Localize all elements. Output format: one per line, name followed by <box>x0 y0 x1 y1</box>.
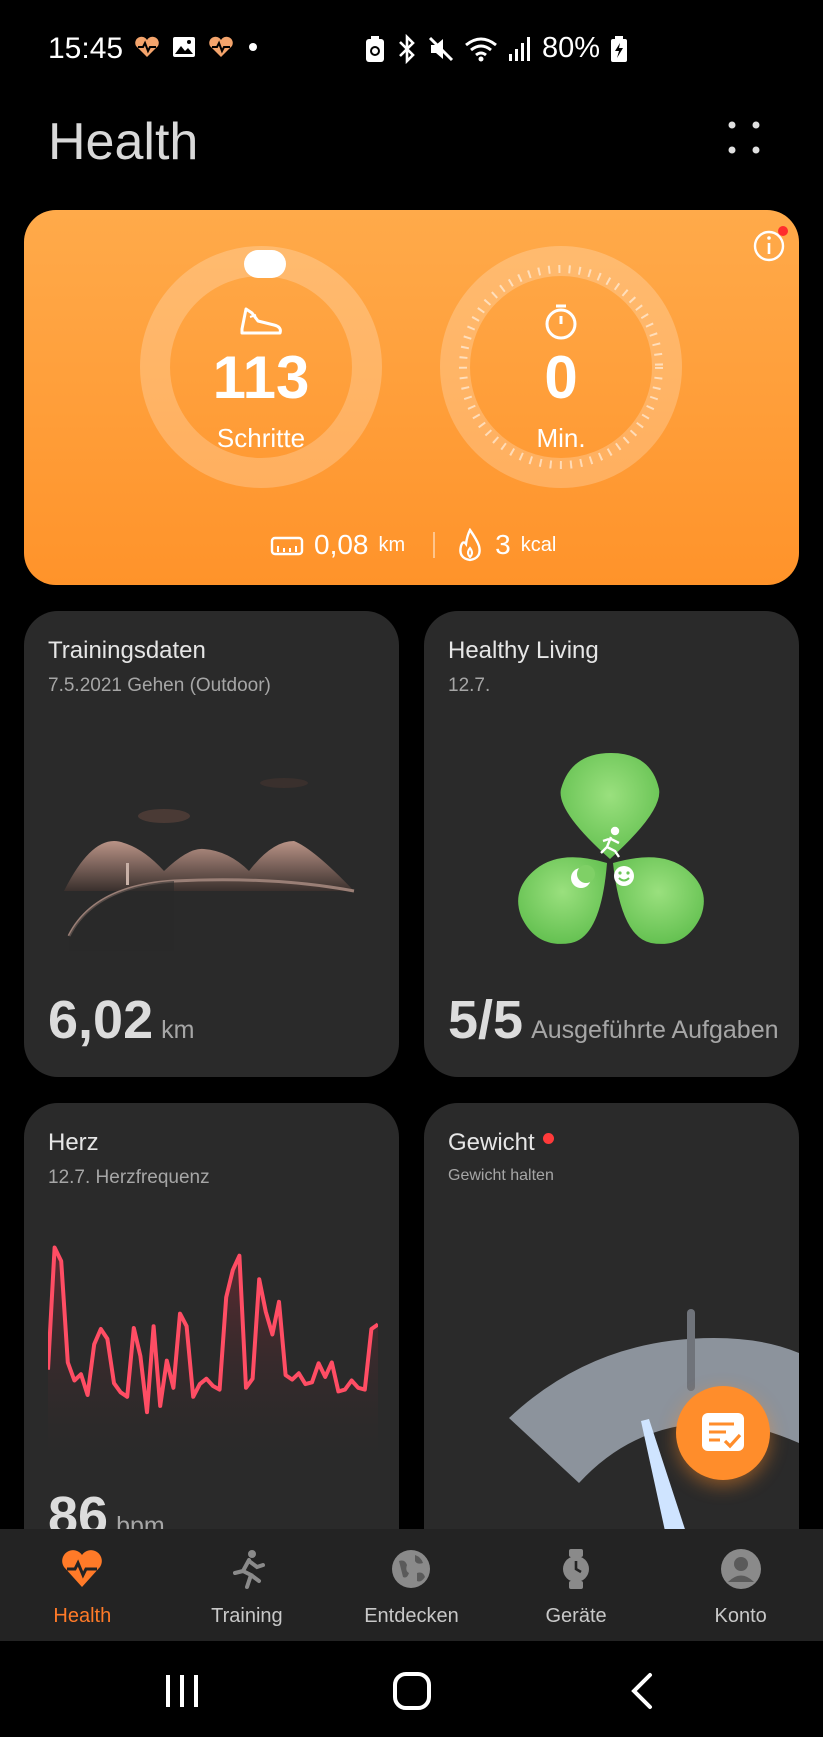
more-menu-button[interactable] <box>724 116 764 160</box>
living-value-row: 5/5 Ausgeführte Aufgaben <box>448 989 779 1051</box>
steps-label: Schritte <box>216 423 306 453</box>
smile-icon <box>614 866 634 886</box>
status-time: 15:45 <box>48 32 124 65</box>
calories-unit: kcal <box>520 533 557 556</box>
distance-unit: km <box>378 533 406 556</box>
mute-icon <box>428 36 454 61</box>
heart-card[interactable]: Herz 12.7. Herzfrequenz 86 bpm <box>24 1103 399 1563</box>
activity-card[interactable]: 113 Schritte 0 Min. 0,08 km 3 kcal <box>24 210 799 585</box>
signal-icon <box>509 36 530 61</box>
heart-rate-area <box>48 1247 378 1473</box>
heart-pulse-icon <box>209 36 233 57</box>
living-unit: Ausgeführte Aufgaben <box>531 1016 779 1044</box>
battery-percent: 80% <box>542 32 601 64</box>
globe-icon <box>392 1550 431 1588</box>
training-value-row: 6,02 km <box>48 989 194 1051</box>
weight-title: Gewicht <box>448 1129 535 1156</box>
training-title: Trainingsdaten <box>48 637 206 664</box>
training-value: 6,02 <box>48 990 154 1050</box>
page-title: Health <box>48 113 199 171</box>
summary-divider <box>433 532 436 558</box>
notification-dot <box>542 1133 554 1144</box>
training-unit: km <box>161 1016 195 1044</box>
steps-ring[interactable]: 113 Schritte <box>139 245 383 489</box>
battery-saver-icon <box>366 35 384 62</box>
info-icon <box>753 226 788 262</box>
heart-subtitle: 12.7. Herzfrequenz <box>48 1167 210 1188</box>
weight-title-row: Gewicht <box>448 1129 554 1157</box>
shoe-icon <box>240 307 282 335</box>
living-value: 5/5 <box>448 990 524 1050</box>
wifi-icon <box>465 37 497 61</box>
mountain-illustration <box>64 778 355 951</box>
battery-charging-icon <box>611 35 628 62</box>
ruler-icon <box>270 536 304 556</box>
stopwatch-icon <box>545 304 577 340</box>
nav-item-health[interactable]: Health <box>0 1529 165 1641</box>
nav-item-training[interactable]: Training <box>165 1529 330 1641</box>
nav-label-training: Training <box>211 1605 283 1627</box>
healthy-living-card[interactable]: Healthy Living 12.7. 5/5 Ausgeführte Aufg… <box>424 611 799 1077</box>
training-subtitle: 7.5.2021 Gehen (Outdoor) <box>48 675 271 696</box>
weight-subtitle: Gewicht halten <box>448 1167 554 1184</box>
activity-summary: 0,08 km 3 kcal <box>270 528 564 562</box>
nav-label-account: Konto <box>714 1605 767 1627</box>
nav-label-devices: Geräte <box>545 1605 607 1627</box>
training-card[interactable]: Trainingsdaten 7.5.2021 Gehen (Outdoor) … <box>24 611 399 1077</box>
recent-apps-button[interactable] <box>160 1669 204 1713</box>
bluetooth-icon <box>399 33 415 64</box>
nav-item-account[interactable]: Konto <box>658 1529 823 1641</box>
running-icon <box>232 1550 265 1589</box>
clipboard-check-icon <box>702 1413 744 1451</box>
watch-icon <box>563 1549 590 1589</box>
living-title: Healthy Living <box>448 637 599 664</box>
distance-value: 0,08 <box>314 529 369 560</box>
minutes-value: 0 <box>544 344 578 411</box>
minutes-label: Min. <box>536 423 586 453</box>
dot-icon <box>249 43 257 51</box>
heart-pulse-icon <box>62 1550 103 1587</box>
nav-label-discover: Entdecken <box>364 1605 459 1627</box>
heart-rate-chart <box>48 1245 378 1473</box>
nav-item-discover[interactable]: Entdecken <box>329 1529 494 1641</box>
dots-grid-icon <box>728 121 760 154</box>
nav-item-devices[interactable]: Geräte <box>494 1529 659 1641</box>
living-subtitle: 12.7. <box>448 675 491 696</box>
calories-value: 3 <box>495 529 511 560</box>
minutes-ring[interactable]: 0 Min. <box>439 245 683 489</box>
back-button[interactable] <box>620 1669 664 1713</box>
system-navigation <box>0 1641 823 1737</box>
info-button[interactable] <box>752 224 792 264</box>
nav-label-health: Health <box>53 1605 112 1627</box>
weight-card[interactable]: Gewicht Gewicht halten <box>424 1103 799 1563</box>
heart-pulse-icon <box>135 36 159 57</box>
clover-illustration <box>518 753 704 944</box>
add-record-button[interactable] <box>676 1386 770 1480</box>
status-bar: 15:45 80% <box>0 0 823 100</box>
person-icon <box>720 1549 761 1589</box>
flame-icon <box>459 528 481 562</box>
steps-value: 113 <box>212 344 310 411</box>
gallery-icon <box>173 37 195 57</box>
home-button[interactable] <box>390 1669 434 1713</box>
heart-title: Herz <box>48 1129 99 1156</box>
bottom-navigation: Health Training Entdecken Geräte Konto <box>0 1529 823 1641</box>
